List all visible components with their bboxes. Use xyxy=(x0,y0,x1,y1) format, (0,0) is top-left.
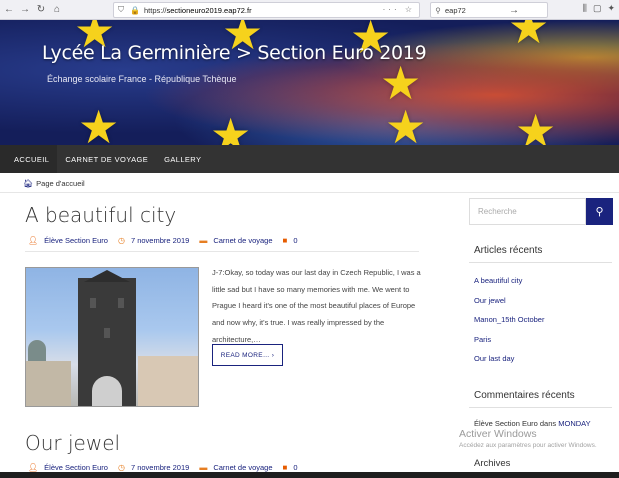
taskbar-edge xyxy=(0,472,619,478)
recent-comment: Élève Section Euro dans MONDAY xyxy=(474,419,591,428)
clock-icon: ◷ xyxy=(117,236,125,245)
page-actions-icon[interactable]: ··· ☆ xyxy=(383,5,415,14)
user-icon: 👤︎ xyxy=(28,463,39,472)
home-icon: 🏠︎ xyxy=(23,179,34,188)
archives-title: Archives xyxy=(474,458,511,469)
tower-window xyxy=(104,328,110,338)
tower-arch xyxy=(92,376,122,406)
star-decoration: ★ xyxy=(385,101,427,145)
folder-icon: ▬ xyxy=(199,463,208,472)
recent-post-link[interactable]: Paris xyxy=(474,335,491,344)
recent-comments-title: Commentaires récents xyxy=(474,390,575,401)
comment-author: Élève Section Euro xyxy=(474,419,538,428)
search-go-arrow-icon[interactable]: → xyxy=(509,5,519,16)
star-decoration: ★ xyxy=(78,101,120,145)
post-thumbnail[interactable] xyxy=(25,267,199,407)
sidebar-search-input[interactable]: Recherche xyxy=(469,198,586,225)
search-icon: ⚲ xyxy=(595,206,604,218)
site-banner: ★ ★ ★ ★ ★ ★ ★ ★ ★ Lycée La Germinière > … xyxy=(0,20,619,145)
post-comments-count[interactable]: 0 xyxy=(293,236,297,245)
breadcrumb-home-link[interactable]: Page d'accueil xyxy=(36,179,85,188)
star-decoration: ★ xyxy=(515,105,557,145)
divider xyxy=(25,251,419,252)
tower-shape xyxy=(78,270,136,406)
star-decoration: ★ xyxy=(380,57,422,109)
site-subtitle: Échange scolaire France - République Tch… xyxy=(47,74,237,84)
comment-icon: ■ xyxy=(282,236,288,245)
post-author[interactable]: Élève Section Euro xyxy=(44,463,108,472)
building-shape xyxy=(138,356,198,406)
nav-accueil[interactable]: ACCUEIL xyxy=(0,145,58,173)
site-title[interactable]: Lycée La Germinière > Section Euro 2019 xyxy=(42,42,427,64)
post-title[interactable]: Our jewel xyxy=(25,431,120,455)
home-icon[interactable]: ⌂ xyxy=(50,3,64,17)
post-author[interactable]: Élève Section Euro xyxy=(44,236,108,245)
star-decoration: ★ xyxy=(508,20,550,53)
post-comments-count[interactable]: 0 xyxy=(293,463,297,472)
main-nav: ACCUEIL CARNET DE VOYAGE GALLERY xyxy=(0,145,619,173)
divider xyxy=(0,192,619,193)
search-icon: ⚲ xyxy=(435,5,441,15)
folder-icon: ▬ xyxy=(199,236,208,245)
tower-window xyxy=(118,298,124,308)
tower-window xyxy=(90,298,96,308)
back-arrow-icon[interactable]: ← xyxy=(2,3,16,17)
comment-icon: ■ xyxy=(282,463,288,472)
post-date[interactable]: 7 novembre 2019 xyxy=(131,463,189,472)
post-category[interactable]: Carnet de voyage xyxy=(213,463,272,472)
breadcrumb: 🏠︎ Page d'accueil xyxy=(23,179,85,188)
post-meta: 👤︎ Élève Section Euro ◷ 7 novembre 2019 … xyxy=(28,236,298,245)
star-decoration: ★ xyxy=(210,109,252,145)
browser-right-icons: ⫼ ▢ ✦ xyxy=(583,3,615,14)
comment-post-link[interactable]: MONDAY xyxy=(558,419,590,428)
search-button[interactable]: ⚲ xyxy=(586,198,613,225)
url-prefix: https:// xyxy=(144,5,167,15)
activate-windows-subtitle: Accédez aux paramètres pour activer Wind… xyxy=(459,442,597,449)
read-more-button[interactable]: READ MORE… › xyxy=(212,344,283,366)
lock-icon: 🔒 xyxy=(130,5,140,15)
post-title[interactable]: A beautiful city xyxy=(25,203,176,227)
extension-icon[interactable]: ✦ xyxy=(607,3,615,14)
url-host: sectioneuro2019.eap72.fr xyxy=(166,5,252,15)
url-bar[interactable]: ⛉ 🔒 https://sectioneuro2019.eap72.fr ···… xyxy=(113,2,420,18)
forward-arrow-icon[interactable]: → xyxy=(18,3,32,17)
post-date[interactable]: 7 novembre 2019 xyxy=(131,236,189,245)
divider xyxy=(469,262,612,263)
library-icon[interactable]: ⫼ xyxy=(583,3,587,14)
divider xyxy=(469,407,612,408)
sidebar-icon[interactable]: ▢ xyxy=(593,3,602,14)
recent-post-link[interactable]: A beautiful city xyxy=(474,276,522,285)
comment-connector: dans xyxy=(537,419,559,428)
url-text: https://sectioneuro2019.eap72.fr xyxy=(144,6,252,15)
post-meta: 👤︎ Élève Section Euro ◷ 7 novembre 2019 … xyxy=(28,463,298,472)
nav-carnet-de-voyage[interactable]: CARNET DE VOYAGE xyxy=(57,145,156,173)
browser-search-query: eap72 xyxy=(445,5,466,15)
user-icon: 👤︎ xyxy=(28,236,39,245)
clock-icon: ◷ xyxy=(117,463,125,472)
recent-post-link[interactable]: Our last day xyxy=(474,354,514,363)
post-category[interactable]: Carnet de voyage xyxy=(213,236,272,245)
recent-posts-title: Articles récents xyxy=(474,245,543,256)
recent-post-link[interactable]: Our jewel xyxy=(474,296,506,305)
browser-search-bar[interactable]: ⚲ eap72 → xyxy=(430,2,548,18)
activate-windows-watermark: Activer Windows xyxy=(459,428,537,440)
shield-icon: ⛉ xyxy=(118,5,124,14)
nav-gallery[interactable]: GALLERY xyxy=(156,145,209,173)
reload-icon[interactable]: ↻ xyxy=(34,3,48,17)
post-excerpt: J-7:Okay, so today was our last day in C… xyxy=(212,268,421,344)
building-shape xyxy=(26,361,71,406)
recent-post-link[interactable]: Manon_15th October xyxy=(474,315,544,324)
